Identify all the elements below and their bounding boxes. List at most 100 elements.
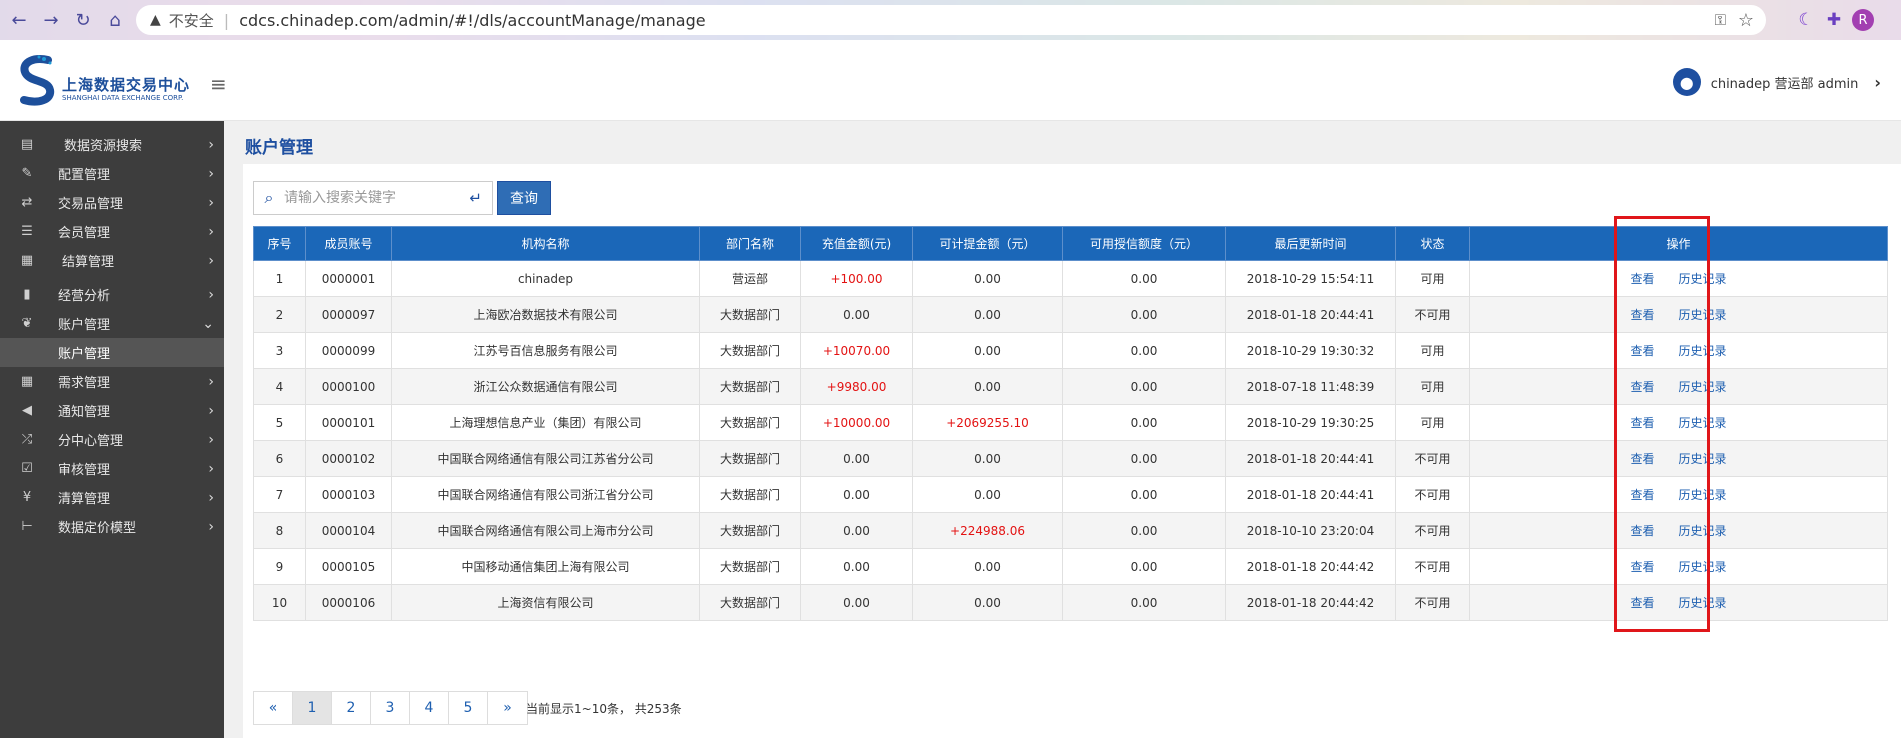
cell-actions: 查看 历史记录 bbox=[1469, 296, 1888, 333]
user-menu[interactable]: ● chinadep 营运部 admin › bbox=[1672, 68, 1881, 96]
app-header: 上海数据交易中心 SHANGHAI DATA EXCHANGE CORP. ≡ … bbox=[0, 40, 1901, 121]
history-link[interactable]: 历史记录 bbox=[1679, 452, 1727, 466]
history-link[interactable]: 历史记录 bbox=[1679, 596, 1727, 610]
back-icon[interactable]: ← bbox=[8, 9, 30, 31]
cell-account: 0000100 bbox=[305, 368, 392, 405]
chevron-right-icon: › bbox=[208, 461, 214, 477]
cell-updated: 2018-10-29 19:30:32 bbox=[1225, 332, 1396, 369]
sidebar-item-clearing[interactable]: ¥ 清算管理 › bbox=[0, 483, 224, 512]
cell-credit: 0.00 bbox=[1062, 260, 1226, 297]
forward-icon[interactable]: → bbox=[40, 9, 62, 31]
logo[interactable]: 上海数据交易中心 SHANGHAI DATA EXCHANGE CORP. bbox=[14, 54, 204, 110]
history-link[interactable]: 历史记录 bbox=[1679, 308, 1727, 322]
search-input[interactable] bbox=[284, 190, 464, 206]
check-icon: ☑ bbox=[21, 461, 33, 476]
sidebar-item-label: 数据定价模型 bbox=[58, 521, 137, 536]
sidebar-item-review[interactable]: ☑ 审核管理 › bbox=[0, 454, 224, 483]
reload-icon[interactable]: ↻ bbox=[72, 9, 94, 31]
page-1[interactable]: 1 bbox=[293, 692, 332, 724]
view-link[interactable]: 查看 bbox=[1630, 488, 1654, 502]
view-link[interactable]: 查看 bbox=[1630, 380, 1654, 394]
sidebar: ▤ 数据资源搜索 › ✎ 配置管理 › ⇄ 交易品管理 › ☰ 会员管理 › ▦ 结算管理 › ▮ 经… bbox=[0, 121, 224, 738]
url-text[interactable]: cdcs.chinadep.com/admin/#!/dls/accountMa… bbox=[239, 11, 705, 30]
history-link[interactable]: 历史记录 bbox=[1679, 560, 1727, 574]
sidebar-item-label: 交易品管理 bbox=[58, 197, 124, 212]
table-body: 1 0000001 chinadep 营运部 +100.00 0.00 0.00 2018-1… bbox=[253, 260, 1888, 621]
view-link[interactable]: 查看 bbox=[1630, 308, 1654, 322]
cell-account: 0000103 bbox=[305, 476, 392, 513]
view-link[interactable]: 查看 bbox=[1630, 560, 1654, 574]
sidebar-subitem-account-manage[interactable]: 账户管理 bbox=[0, 338, 224, 367]
moon-icon[interactable]: ☾ bbox=[1795, 9, 1817, 31]
warning-icon: ▲ bbox=[150, 12, 161, 28]
view-link[interactable]: 查看 bbox=[1630, 452, 1654, 466]
cell-updated: 2018-10-29 19:30:25 bbox=[1225, 404, 1396, 441]
sidebar-item-demands[interactable]: ▦ 需求管理 › bbox=[0, 367, 224, 396]
history-link[interactable]: 历史记录 bbox=[1679, 272, 1727, 286]
chevron-right-icon[interactable]: › bbox=[1874, 73, 1881, 92]
logo-text-cn: 上海数据交易中心 bbox=[62, 76, 191, 94]
search-box[interactable]: ⌕ ↵ bbox=[253, 181, 493, 215]
table-header-row: 序号 成员账号 机构名称 部门名称 充值金额(元) 可计提金额（元） 可用授信额… bbox=[253, 226, 1888, 261]
address-bar[interactable]: ▲ 不安全 | cdcs.chinadep.com/admin/#!/dls/a… bbox=[136, 5, 1766, 35]
view-link[interactable]: 查看 bbox=[1630, 524, 1654, 538]
history-link[interactable]: 历史记录 bbox=[1679, 488, 1727, 502]
sidebar-item-settlement[interactable]: ▦ 结算管理 › bbox=[0, 246, 224, 275]
chevron-right-icon: › bbox=[208, 287, 214, 303]
page-5[interactable]: 5 bbox=[449, 692, 488, 724]
cell-accrual: 0.00 bbox=[912, 296, 1063, 333]
cell-status: 不可用 bbox=[1395, 440, 1470, 477]
menu-toggle-icon[interactable]: ≡ bbox=[210, 72, 227, 96]
col-header-account: 成员账号 bbox=[305, 226, 392, 261]
star-icon[interactable]: ☆ bbox=[1738, 10, 1754, 31]
sidebar-item-notices[interactable]: ◀ 通知管理 › bbox=[0, 396, 224, 425]
sidebar-item-accounts[interactable]: ❦ 账户管理 ⌄ bbox=[0, 309, 224, 338]
history-link[interactable]: 历史记录 bbox=[1679, 416, 1727, 430]
cell-dept: 大数据部门 bbox=[699, 548, 801, 585]
cell-index: 1 bbox=[253, 260, 306, 297]
home-icon[interactable]: ⌂ bbox=[104, 9, 126, 31]
sidebar-item-branches[interactable]: ⤮ 分中心管理 › bbox=[0, 425, 224, 454]
cell-actions: 查看 历史记录 bbox=[1469, 440, 1888, 477]
page-4[interactable]: 4 bbox=[410, 692, 449, 724]
sidebar-item-analysis[interactable]: ▮ 经营分析 › bbox=[0, 280, 224, 309]
page-2[interactable]: 2 bbox=[332, 692, 371, 724]
logo-text-en: SHANGHAI DATA EXCHANGE CORP. bbox=[62, 94, 184, 102]
sidebar-item-members[interactable]: ☰ 会员管理 › bbox=[0, 217, 224, 246]
main-panel: 账户管理 ⌕ ↵ 查询 序号 成员账号 机构名称 部门名称 充值金额(元) 可计… bbox=[243, 121, 1901, 738]
cell-updated: 2018-01-18 20:44:41 bbox=[1225, 440, 1396, 477]
sidebar-item-config[interactable]: ✎ 配置管理 › bbox=[0, 159, 224, 188]
sidebar-item-pricing-model[interactable]: ⊢ 数据定价模型 › bbox=[0, 512, 224, 541]
view-link[interactable]: 查看 bbox=[1630, 596, 1654, 610]
cell-actions: 查看 历史记录 bbox=[1469, 512, 1888, 549]
history-link[interactable]: 历史记录 bbox=[1679, 380, 1727, 394]
cell-credit: 0.00 bbox=[1062, 368, 1226, 405]
cell-index: 8 bbox=[253, 512, 306, 549]
history-link[interactable]: 历史记录 bbox=[1679, 344, 1727, 358]
page-prev[interactable]: « bbox=[254, 692, 293, 724]
view-link[interactable]: 查看 bbox=[1630, 272, 1654, 286]
sidebar-item-label: 清算管理 bbox=[58, 492, 111, 507]
cell-dept: 大数据部门 bbox=[699, 368, 801, 405]
cell-credit: 0.00 bbox=[1062, 512, 1226, 549]
query-button[interactable]: 查询 bbox=[497, 181, 551, 215]
page-3[interactable]: 3 bbox=[371, 692, 410, 724]
key-icon[interactable]: ⚿ bbox=[1715, 11, 1726, 29]
enter-icon[interactable]: ↵ bbox=[469, 189, 482, 207]
cell-accrual: +2069255.10 bbox=[912, 404, 1063, 441]
cell-updated: 2018-01-18 20:44:42 bbox=[1225, 584, 1396, 621]
col-header-index: 序号 bbox=[253, 226, 306, 261]
history-link[interactable]: 历史记录 bbox=[1679, 524, 1727, 538]
view-link[interactable]: 查看 bbox=[1630, 416, 1654, 430]
sidebar-item-data-search[interactable]: ▤ 数据资源搜索 › bbox=[0, 130, 224, 159]
cell-org: 中国联合网络通信有限公司上海市分公司 bbox=[391, 512, 700, 549]
cell-status: 可用 bbox=[1395, 260, 1470, 297]
sidebar-item-trade-products[interactable]: ⇄ 交易品管理 › bbox=[0, 188, 224, 217]
view-link[interactable]: 查看 bbox=[1630, 344, 1654, 358]
cell-org: 中国联合网络通信有限公司江苏省分公司 bbox=[391, 440, 700, 477]
puzzle-icon[interactable]: ✚ bbox=[1823, 9, 1845, 31]
pagination: « 1 2 3 4 5 » bbox=[253, 691, 528, 725]
page-title: 账户管理 bbox=[243, 121, 1901, 164]
profile-avatar[interactable]: R bbox=[1852, 9, 1874, 31]
page-next[interactable]: » bbox=[488, 692, 527, 724]
